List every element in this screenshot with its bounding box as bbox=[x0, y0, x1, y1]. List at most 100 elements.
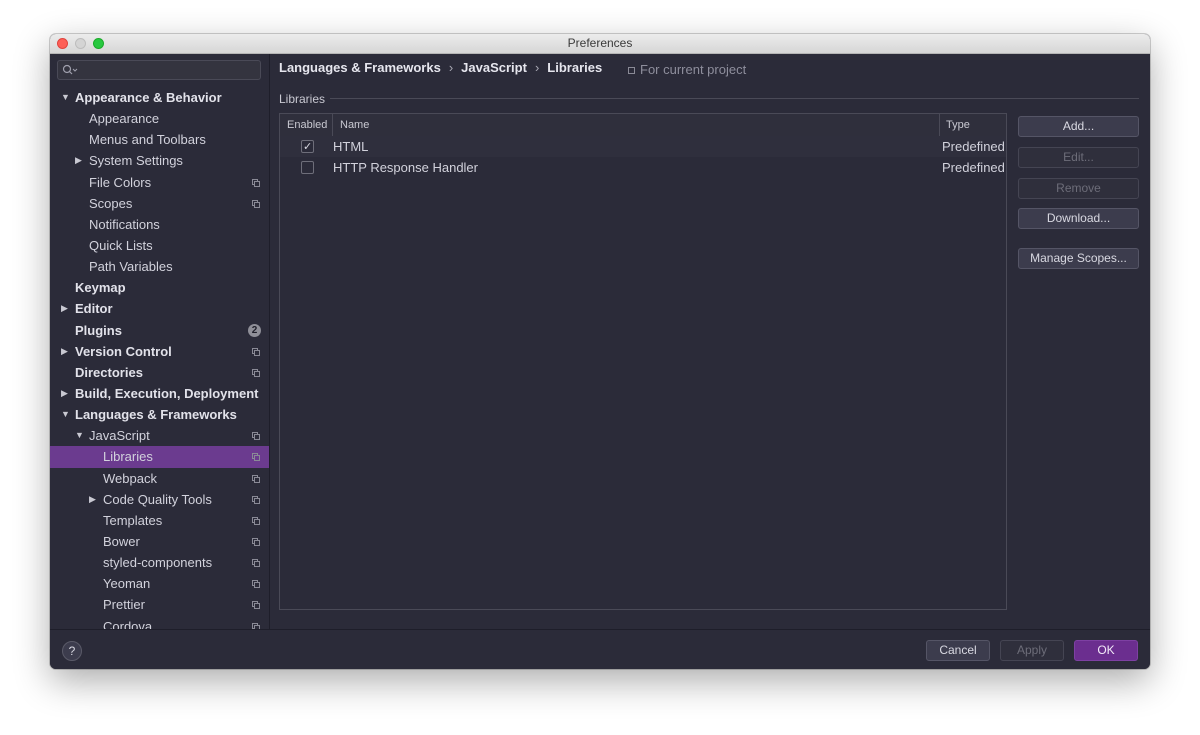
sidebar-item[interactable]: Webpack bbox=[50, 468, 269, 489]
sidebar-item-label: Cordova bbox=[103, 618, 153, 629]
expand-down-icon[interactable]: ▼ bbox=[61, 404, 70, 425]
settings-tree: ▼ Appearance & Behavior Appearance Menus an… bbox=[50, 87, 269, 629]
sidebar-item[interactable]: ▼ Appearance & Behavior bbox=[50, 87, 269, 108]
dialog-footer: ? Cancel Apply OK bbox=[50, 629, 1150, 669]
sidebar-item-label: Keymap bbox=[75, 280, 126, 296]
sidebar-item[interactable]: Plugins 2 bbox=[50, 320, 269, 341]
download-library-button[interactable]: Download... bbox=[1018, 208, 1139, 229]
sidebar-item-label: Quick Lists bbox=[89, 237, 153, 253]
expand-right-icon[interactable]: ▶ bbox=[61, 341, 68, 362]
sidebar-item[interactable]: Templates bbox=[50, 510, 269, 531]
sidebar-item-label: Templates bbox=[103, 512, 163, 528]
close-window-button[interactable] bbox=[57, 38, 68, 49]
plugins-count-badge: 2 bbox=[248, 323, 261, 337]
sidebar-item[interactable]: Keymap bbox=[50, 277, 269, 298]
chevron-right-icon: › bbox=[448, 60, 454, 75]
sidebar-item[interactable]: Quick Lists bbox=[50, 235, 269, 256]
table-row[interactable]: HTML Predefined bbox=[280, 136, 1006, 158]
project-scope-icon bbox=[252, 495, 260, 504]
sidebar-item-label: Editor bbox=[75, 301, 113, 317]
sidebar-item-label: Appearance bbox=[89, 111, 160, 127]
scope-note: For current project bbox=[628, 62, 746, 77]
search-icon bbox=[62, 64, 78, 75]
sidebar-item[interactable]: ▶ Code Quality Tools bbox=[50, 489, 269, 510]
sidebar-item-label: Languages & Frameworks bbox=[75, 407, 237, 423]
table-header: Enabled Name Type bbox=[280, 114, 1006, 137]
apply-button[interactable]: Apply bbox=[1000, 640, 1064, 661]
section-title: Libraries bbox=[279, 92, 326, 106]
expand-right-icon[interactable]: ▶ bbox=[75, 150, 82, 171]
title-bar: Preferences bbox=[50, 34, 1150, 54]
minimize-window-button[interactable] bbox=[75, 38, 86, 49]
sidebar-item[interactable]: styled-components bbox=[50, 552, 269, 573]
sidebar-item-label: JavaScript bbox=[89, 428, 150, 444]
scope-note-text: For current project bbox=[640, 62, 747, 77]
sidebar-item[interactable]: File Colors bbox=[50, 172, 269, 193]
expand-right-icon[interactable]: ▶ bbox=[61, 383, 68, 404]
sidebar-item[interactable]: Notifications bbox=[50, 214, 269, 235]
manage-scopes-button[interactable]: Manage Scopes... bbox=[1018, 248, 1139, 269]
sidebar-item[interactable]: Directories bbox=[50, 362, 269, 383]
sidebar-item[interactable]: Yeoman bbox=[50, 573, 269, 594]
sidebar-item[interactable]: ▼ Languages & Frameworks bbox=[50, 404, 269, 425]
breadcrumb: Languages & Frameworks › JavaScript › Librar… bbox=[279, 60, 602, 75]
sidebar-item[interactable]: ▼ JavaScript bbox=[50, 425, 269, 446]
expand-down-icon[interactable]: ▼ bbox=[75, 425, 84, 446]
cancel-button[interactable]: Cancel bbox=[926, 640, 990, 661]
project-scope-icon bbox=[252, 580, 260, 589]
column-header-name[interactable]: Name bbox=[340, 114, 369, 136]
add-library-button[interactable]: Add... bbox=[1018, 116, 1139, 137]
project-scope-icon bbox=[252, 178, 260, 187]
sidebar-item-label: Menus and Toolbars bbox=[89, 132, 206, 148]
help-button[interactable]: ? bbox=[62, 641, 82, 661]
chevron-right-icon: › bbox=[534, 60, 540, 75]
sidebar-item[interactable]: ▶ Version Control bbox=[50, 341, 269, 362]
sidebar-item[interactable]: ▶ Build, Execution, Deployment bbox=[50, 383, 269, 404]
sidebar-item-label: Version Control bbox=[75, 343, 172, 359]
sidebar-item-label: Path Variables bbox=[89, 259, 173, 275]
sidebar-item[interactable]: Menus and Toolbars bbox=[50, 129, 269, 150]
library-type: Predefined bbox=[942, 160, 1005, 175]
section-divider bbox=[330, 98, 1139, 99]
ok-button[interactable]: OK bbox=[1074, 640, 1138, 661]
project-scope-icon bbox=[252, 453, 260, 462]
project-scope-icon bbox=[252, 199, 260, 208]
project-scope-icon bbox=[252, 601, 260, 610]
window-title: Preferences bbox=[567, 36, 633, 50]
sidebar-item-label: Yeoman bbox=[103, 576, 151, 592]
expand-right-icon[interactable]: ▶ bbox=[61, 298, 68, 319]
column-divider[interactable] bbox=[332, 114, 333, 136]
settings-sidebar: ▼ Appearance & Behavior Appearance Menus an… bbox=[50, 54, 270, 629]
expand-right-icon[interactable]: ▶ bbox=[89, 489, 96, 510]
sidebar-item-label: Prettier bbox=[103, 597, 145, 613]
sidebar-item-label: Code Quality Tools bbox=[103, 491, 212, 507]
sidebar-item[interactable]: Scopes bbox=[50, 193, 269, 214]
project-scope-icon bbox=[628, 67, 635, 74]
project-scope-icon bbox=[252, 432, 260, 441]
zoom-window-button[interactable] bbox=[93, 38, 104, 49]
table-row[interactable]: HTTP Response Handler Predefined bbox=[280, 157, 1006, 178]
sidebar-item-label: System Settings bbox=[89, 153, 183, 169]
column-header-type[interactable]: Type bbox=[946, 114, 970, 136]
library-enabled-checkbox[interactable] bbox=[301, 137, 314, 158]
remove-library-button[interactable]: Remove bbox=[1018, 178, 1139, 199]
edit-library-button[interactable]: Edit... bbox=[1018, 147, 1139, 168]
column-header-enabled[interactable]: Enabled bbox=[287, 114, 327, 136]
column-divider[interactable] bbox=[939, 114, 940, 136]
sidebar-item[interactable]: ▶ System Settings bbox=[50, 150, 269, 171]
sidebar-item[interactable]: Path Variables bbox=[50, 256, 269, 277]
sidebar-item[interactable]: Bower bbox=[50, 531, 269, 552]
preferences-window: Preferences ▼ Appearance & Behavior Appear… bbox=[50, 34, 1150, 669]
expand-down-icon[interactable]: ▼ bbox=[61, 87, 70, 108]
sidebar-item[interactable]: ▶ Editor bbox=[50, 298, 269, 319]
sidebar-item[interactable]: Cordova bbox=[50, 616, 269, 629]
sidebar-item-label: Directories bbox=[75, 364, 143, 380]
libraries-table: Enabled Name Type HTML Predefined HTTP R… bbox=[279, 113, 1007, 610]
project-scope-icon bbox=[252, 537, 260, 546]
library-enabled-checkbox[interactable] bbox=[301, 161, 314, 174]
sidebar-item[interactable]: Libraries bbox=[50, 446, 269, 468]
settings-search-input[interactable] bbox=[57, 60, 261, 80]
sidebar-item-label: styled-components bbox=[103, 555, 213, 571]
sidebar-item[interactable]: Appearance bbox=[50, 108, 269, 129]
sidebar-item[interactable]: Prettier bbox=[50, 594, 269, 615]
